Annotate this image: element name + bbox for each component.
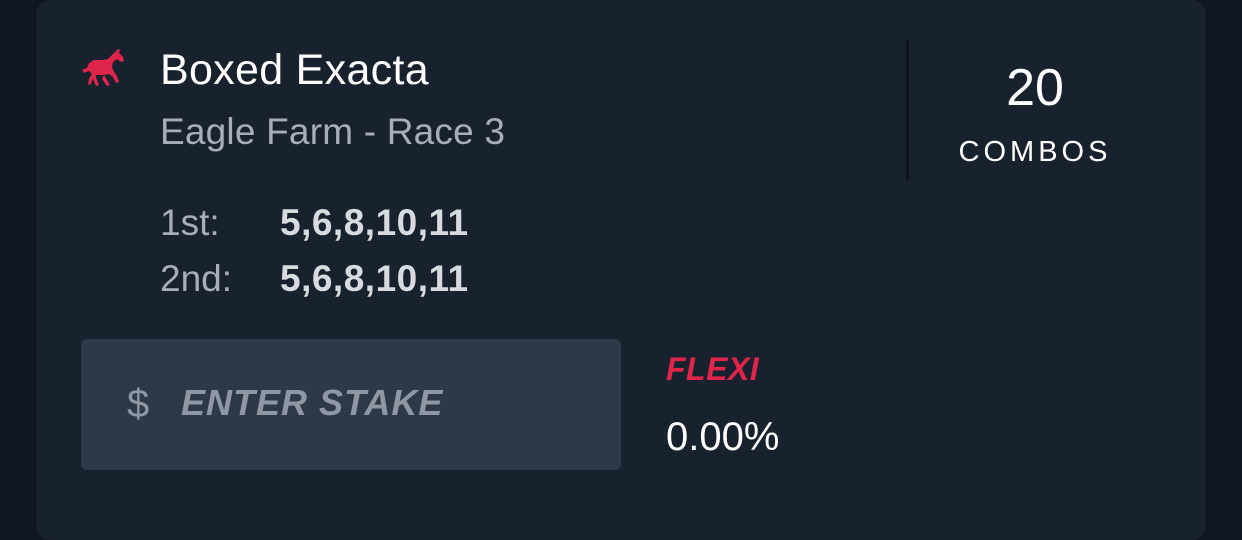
selection-position-2nd: 2nd: [160,258,233,299]
flexi-label: FLEXI [666,351,760,387]
selection-runners-1st: 5,6,8,10,11 [280,202,469,243]
combos-count: 20 [1006,59,1064,117]
combos-label: COMBOS [958,136,1112,168]
dollar-sign-icon: $ [127,382,150,426]
selection-position-1st: 1st: [160,202,220,243]
bet-type-title: Boxed Exacta [160,46,429,94]
race-name: Eagle Farm - Race 3 [160,111,506,152]
stake-input[interactable] [181,375,601,431]
horse-icon [82,49,124,86]
stake-input-box[interactable]: $ [81,339,621,470]
selection-runners-2nd: 5,6,8,10,11 [280,258,469,299]
flexi-value: 0.00% [666,415,780,459]
bet-card: Boxed Exacta Eagle Farm - Race 3 20 COMB… [36,0,1206,540]
